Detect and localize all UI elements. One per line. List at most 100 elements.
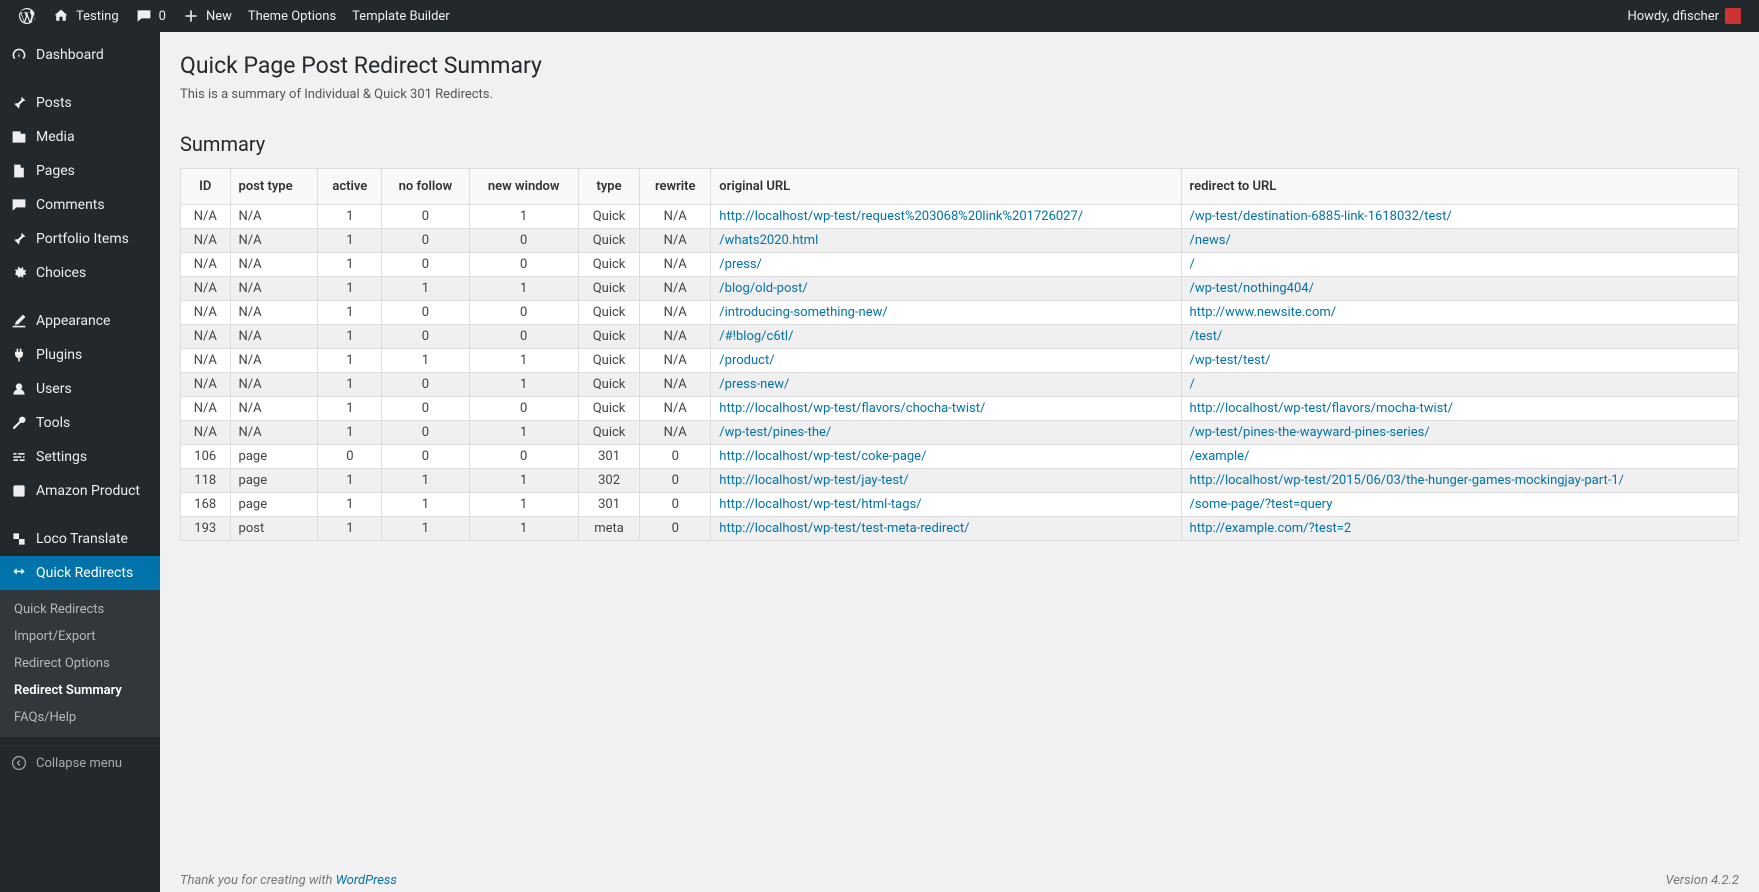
table-cell: page [230, 493, 318, 517]
table-cell: Quick [578, 421, 639, 445]
table-header: post type [230, 169, 318, 205]
table-cell: Quick [578, 397, 639, 421]
sidebar-item-portfolio[interactable]: Portfolio Items [0, 222, 160, 256]
sidebar-item-media[interactable]: Media [0, 120, 160, 154]
table-cell: N/A [181, 349, 231, 373]
table-header: type [578, 169, 639, 205]
wordpress-link[interactable]: WordPress [336, 873, 397, 888]
table-cell: 0 [382, 421, 469, 445]
table-cell: page [230, 469, 318, 493]
table-cell: Quick [578, 205, 639, 229]
sidebar-item-users[interactable]: Users [0, 372, 160, 406]
comments-count: 0 [159, 9, 166, 24]
table-cell: N/A [230, 253, 318, 277]
table-cell: 118 [181, 469, 231, 493]
wrench-icon [10, 414, 28, 432]
table-cell: /#!blog/c6tl/ [711, 325, 1181, 349]
table-cell: N/A [640, 229, 711, 253]
table-cell: N/A [230, 277, 318, 301]
table-cell: meta [578, 517, 639, 541]
table-cell: http://localhost/wp-test/2015/06/03/the-… [1181, 469, 1738, 493]
table-cell: 193 [181, 517, 231, 541]
table-cell: Quick [578, 301, 639, 325]
howdy-link[interactable]: Howdy, dfischer [1619, 0, 1749, 32]
table-cell: 1 [469, 277, 578, 301]
table-cell: Quick [578, 373, 639, 397]
table-cell: N/A [181, 253, 231, 277]
table-cell: 1 [318, 373, 382, 397]
pin-icon [10, 230, 28, 248]
sidebar-item-plugins[interactable]: Plugins [0, 338, 160, 372]
submenu-quick-redirects[interactable]: Quick Redirects [0, 596, 160, 623]
wp-logo[interactable] [10, 0, 44, 32]
table-cell: http://localhost/wp-test/flavors/chocha-… [711, 397, 1181, 421]
submenu-faqs[interactable]: FAQs/Help [0, 704, 160, 731]
sidebar-item-choices[interactable]: Choices [0, 256, 160, 290]
sidebar-item-pages[interactable]: Pages [0, 154, 160, 188]
table-cell: 1 [382, 469, 469, 493]
table-cell: 0 [382, 253, 469, 277]
sidebar-item-settings[interactable]: Settings [0, 440, 160, 474]
table-cell: 1 [318, 517, 382, 541]
table-cell: / [1181, 373, 1738, 397]
sidebar-item-comments[interactable]: Comments [0, 188, 160, 222]
table-header: ID [181, 169, 231, 205]
table-cell: / [1181, 253, 1738, 277]
submenu-redirect-summary[interactable]: Redirect Summary [0, 677, 160, 704]
table-header: redirect to URL [1181, 169, 1738, 205]
table-cell: N/A [181, 301, 231, 325]
table-cell: N/A [640, 277, 711, 301]
translate-icon [10, 530, 28, 548]
page-title: Quick Page Post Redirect Summary [180, 52, 1739, 79]
admin-bar: Testing 0 New Theme Options Template Bui… [0, 0, 1759, 32]
table-row: N/AN/A101QuickN/A/wp-test/pines-the//wp-… [181, 421, 1739, 445]
table-cell: N/A [230, 229, 318, 253]
site-link[interactable]: Testing [44, 0, 127, 32]
table-cell: 1 [469, 421, 578, 445]
collapse-menu[interactable]: Collapse menu [0, 745, 160, 780]
redirect-icon [10, 564, 28, 582]
table-cell: 0 [640, 517, 711, 541]
submenu-import-export[interactable]: Import/Export [0, 623, 160, 650]
media-icon [10, 128, 28, 146]
template-builder-link[interactable]: Template Builder [344, 0, 458, 32]
sidebar-item-dashboard[interactable]: Dashboard [0, 38, 160, 72]
table-row: N/AN/A100QuickN/A/press// [181, 253, 1739, 277]
table-cell: 0 [469, 229, 578, 253]
submenu-redirect-options[interactable]: Redirect Options [0, 650, 160, 677]
new-link[interactable]: New [174, 0, 240, 32]
comments-link[interactable]: 0 [127, 0, 174, 32]
table-cell: 1 [469, 373, 578, 397]
brush-icon [10, 312, 28, 330]
table-cell: 1 [318, 229, 382, 253]
theme-options-link[interactable]: Theme Options [240, 0, 344, 32]
table-row: 118page1113020http://localhost/wp-test/j… [181, 469, 1739, 493]
table-row: N/AN/A101QuickN/A/press-new// [181, 373, 1739, 397]
table-row: N/AN/A100QuickN/A/introducing-something-… [181, 301, 1739, 325]
table-header: new window [469, 169, 578, 205]
sidebar-item-amazon[interactable]: Amazon Product [0, 474, 160, 508]
table-cell: N/A [230, 373, 318, 397]
table-cell: /press-new/ [711, 373, 1181, 397]
table-cell: /wp-test/test/ [1181, 349, 1738, 373]
table-cell: N/A [181, 373, 231, 397]
table-cell: /whats2020.html [711, 229, 1181, 253]
table-cell: Quick [578, 229, 639, 253]
wordpress-icon [18, 7, 36, 25]
sidebar-item-quick-redirects[interactable]: Quick Redirects [0, 556, 160, 590]
sidebar-item-appearance[interactable]: Appearance [0, 304, 160, 338]
table-cell: 0 [318, 445, 382, 469]
table-cell: 1 [318, 205, 382, 229]
table-cell: 0 [469, 397, 578, 421]
summary-table: IDpost typeactiveno follownew windowtype… [180, 168, 1739, 541]
sidebar-item-loco[interactable]: Loco Translate [0, 522, 160, 556]
table-cell: /wp-test/destination-6885-link-1618032/t… [1181, 205, 1738, 229]
table-cell: 0 [382, 301, 469, 325]
generic-icon [10, 482, 28, 500]
table-row: N/AN/A101QuickN/Ahttp://localhost/wp-tes… [181, 205, 1739, 229]
sidebar-item-tools[interactable]: Tools [0, 406, 160, 440]
table-cell: 1 [382, 277, 469, 301]
sidebar-item-posts[interactable]: Posts [0, 86, 160, 120]
table-cell: 1 [469, 349, 578, 373]
table-cell: /example/ [1181, 445, 1738, 469]
